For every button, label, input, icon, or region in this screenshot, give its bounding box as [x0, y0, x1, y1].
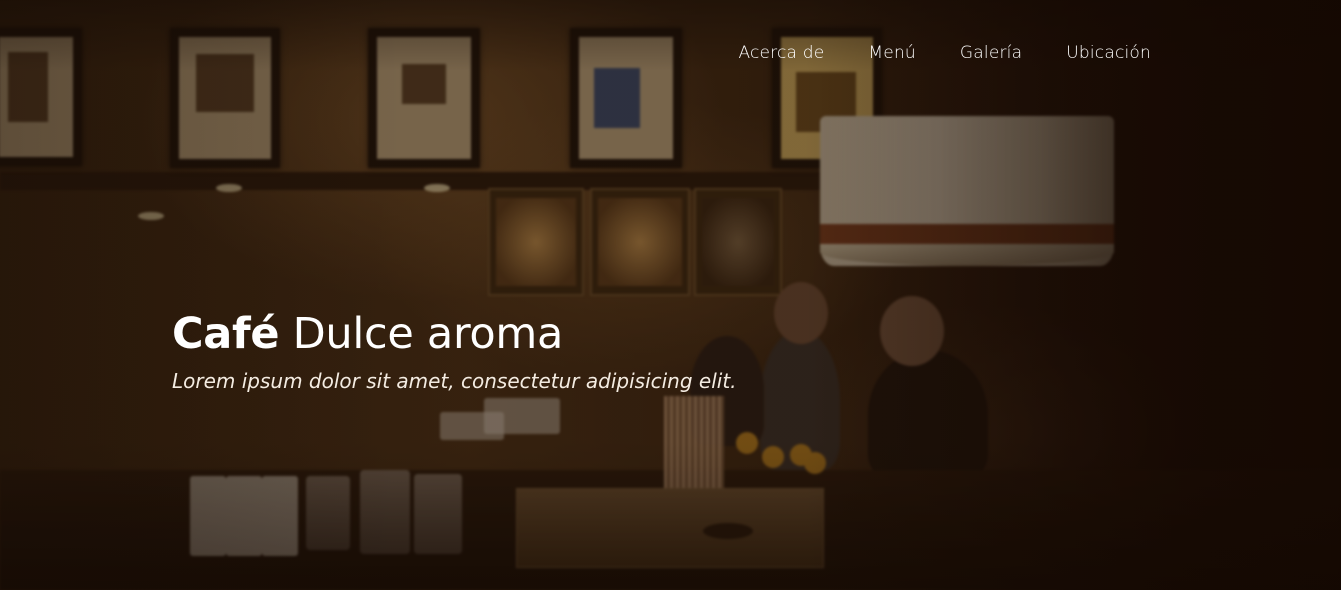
hero-title: Café Dulce aroma [172, 306, 737, 362]
main-nav: Acerca de Menú Galería Ubicación [694, 40, 1151, 66]
nav-item-galeria[interactable]: Galería [960, 40, 1022, 66]
hero-title-bold: Café [172, 309, 280, 359]
hero-subtitle: Lorem ipsum dolor sit amet, consectetur … [172, 369, 737, 393]
hero-section: Acerca de Menú Galería Ubicación Café Du… [0, 0, 1341, 590]
nav-item-acerca-de[interactable]: Acerca de [738, 40, 824, 66]
dark-overlay [0, 0, 1341, 590]
nav-item-ubicacion[interactable]: Ubicación [1066, 40, 1151, 66]
hero-title-light: Dulce aroma [292, 309, 564, 359]
hero-text: Café Dulce aroma Lorem ipsum dolor sit a… [172, 306, 737, 396]
nav-item-menu[interactable]: Menú [868, 40, 915, 66]
